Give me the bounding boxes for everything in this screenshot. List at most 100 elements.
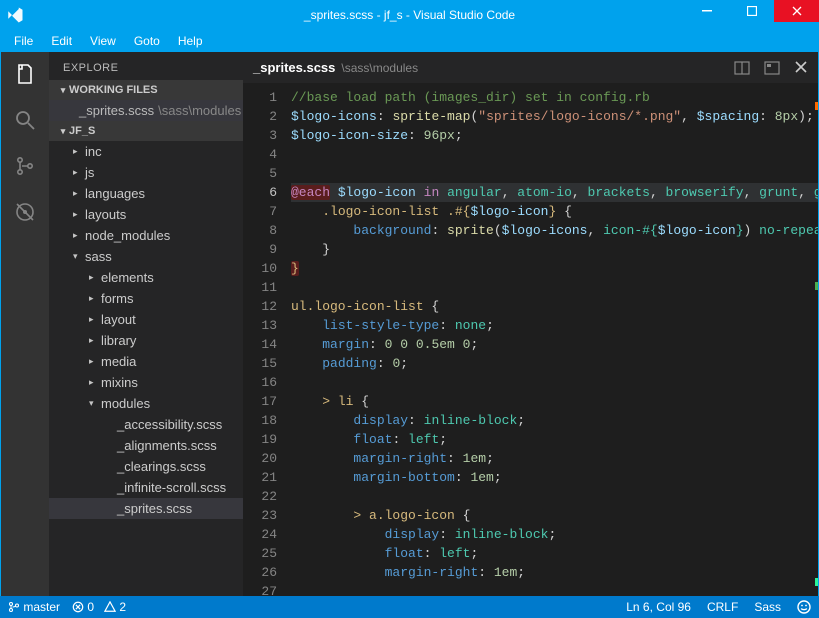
tree-item-label: mixins [101,375,138,390]
folder-media[interactable]: ▸media [49,351,243,372]
editor: _sprites.scss \sass\modules 123456789101… [243,52,818,596]
git-icon[interactable] [11,152,39,180]
code-lines[interactable]: //base load path (images_dir) set in con… [287,84,818,596]
tree-item-label: inc [85,144,102,159]
tab-path: \sass\modules [341,61,418,75]
split-editor-icon[interactable] [734,60,750,76]
warnings-count: 2 [119,600,126,614]
folder-forms[interactable]: ▸forms [49,288,243,309]
tree-item-label: sass [85,249,112,264]
search-icon[interactable] [11,106,39,134]
tree-item-label: elements [101,270,154,285]
tree-item-label: modules [101,396,150,411]
project-header[interactable]: ▾ JF_S [49,121,243,141]
folder-library[interactable]: ▸library [49,330,243,351]
menu-help[interactable]: Help [170,32,211,50]
menu-view[interactable]: View [82,32,124,50]
line-gutter: 1234567891011121314151617181920212223242… [243,84,287,596]
file--clearings-scss[interactable]: _clearings.scss [49,456,243,477]
project-label: JF_S [69,125,95,137]
file-tree: ▸inc▸js▸languages▸layouts▸node_modules▾s… [49,141,243,596]
cursor-position[interactable]: Ln 6, Col 96 [626,600,691,614]
debug-icon[interactable] [11,198,39,226]
folder-js[interactable]: ▸js [49,162,243,183]
problems[interactable]: 0 2 [72,600,126,614]
tab-name[interactable]: _sprites.scss [253,60,335,75]
branch-label: master [23,600,60,614]
folder-inc[interactable]: ▸inc [49,141,243,162]
folder-layout[interactable]: ▸layout [49,309,243,330]
statusbar: master 0 2 Ln 6, Col 96 CRLF Sass [0,596,819,618]
code-editor[interactable]: 1234567891011121314151617181920212223242… [243,84,818,596]
close-button[interactable] [774,0,819,22]
tree-item-label: _sprites.scss [117,501,192,516]
folder-layouts[interactable]: ▸layouts [49,204,243,225]
tree-item-label: js [85,165,94,180]
working-files-label: WORKING FILES [69,84,158,96]
folder-sass[interactable]: ▾sass [49,246,243,267]
chevron-right-icon: ▸ [73,230,85,241]
file--alignments-scss[interactable]: _alignments.scss [49,435,243,456]
tab-bar: _sprites.scss \sass\modules [243,52,818,84]
folder-node-modules[interactable]: ▸node_modules [49,225,243,246]
chevron-right-icon: ▸ [89,314,101,325]
working-file-path: \sass\modules [158,103,241,118]
chevron-right-icon: ▸ [73,146,85,157]
working-files-header[interactable]: ▾ WORKING FILES [49,80,243,100]
folder-modules[interactable]: ▾modules [49,393,243,414]
chevron-down-icon: ▾ [89,398,101,409]
tab-actions [734,60,808,76]
explorer-icon[interactable] [11,60,39,88]
menu-goto[interactable]: Goto [126,32,168,50]
file--infinite-scroll-scss[interactable]: _infinite-scroll.scss [49,477,243,498]
close-editor-icon[interactable] [794,60,808,76]
tree-item-label: layouts [85,207,126,222]
folder-mixins[interactable]: ▸mixins [49,372,243,393]
vscode-logo-icon [0,0,30,30]
tree-item-label: media [101,354,136,369]
sidebar-title: EXPLORE [49,52,243,80]
chevron-right-icon: ▸ [89,356,101,367]
menubar: File Edit View Goto Help [0,30,819,52]
tree-item-label: node_modules [85,228,170,243]
titlebar: _sprites.scss - jf_s - Visual Studio Cod… [0,0,819,30]
chevron-down-icon: ▾ [57,126,69,137]
main: EXPLORE ▾ WORKING FILES _sprites.scss \s… [0,52,819,596]
tree-item-label: _accessibility.scss [117,417,222,432]
chevron-right-icon: ▸ [89,335,101,346]
feedback-icon[interactable] [797,600,811,614]
menu-edit[interactable]: Edit [43,32,80,50]
overview-ruler [815,84,818,596]
chevron-down-icon: ▾ [57,85,69,96]
tree-item-label: _infinite-scroll.scss [117,480,226,495]
tree-item-label: library [101,333,136,348]
chevron-right-icon: ▸ [89,377,101,388]
activitybar [1,52,49,596]
working-file-item[interactable]: _sprites.scss \sass\modules [49,100,243,121]
chevron-right-icon: ▸ [89,293,101,304]
chevron-right-icon: ▸ [73,167,85,178]
maximize-button[interactable] [729,0,774,22]
tree-item-label: layout [101,312,136,327]
eol-indicator[interactable]: CRLF [707,600,738,614]
window-controls [684,0,819,30]
git-branch[interactable]: master [8,600,60,614]
file--sprites-scss[interactable]: _sprites.scss [49,498,243,519]
minimize-button[interactable] [684,0,729,22]
more-icon[interactable] [764,60,780,76]
chevron-down-icon: ▾ [73,251,85,262]
folder-languages[interactable]: ▸languages [49,183,243,204]
folder-elements[interactable]: ▸elements [49,267,243,288]
tree-item-label: _clearings.scss [117,459,206,474]
chevron-right-icon: ▸ [89,272,101,283]
tree-item-label: forms [101,291,134,306]
tree-item-label: languages [85,186,145,201]
chevron-right-icon: ▸ [73,188,85,199]
file--accessibility-scss[interactable]: _accessibility.scss [49,414,243,435]
errors-count: 0 [87,600,94,614]
chevron-right-icon: ▸ [73,209,85,220]
working-file-name: _sprites.scss [79,103,154,118]
language-mode[interactable]: Sass [754,600,781,614]
sidebar: EXPLORE ▾ WORKING FILES _sprites.scss \s… [49,52,243,596]
menu-file[interactable]: File [6,32,41,50]
